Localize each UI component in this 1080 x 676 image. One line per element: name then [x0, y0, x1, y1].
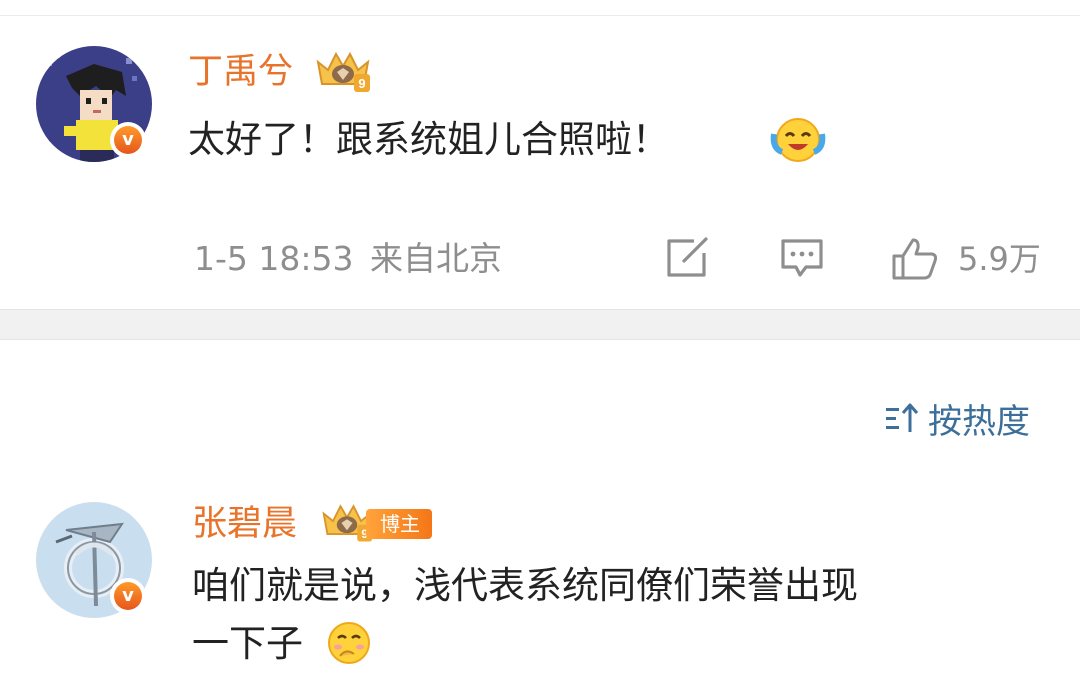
sort-by-hot-button[interactable]: 按热度 — [884, 394, 1030, 442]
comment-icon — [781, 239, 823, 277]
top-divider — [0, 15, 1080, 16]
verified-badge: v — [110, 578, 146, 614]
crown-level-badge-icon: 9 — [316, 51, 370, 92]
username[interactable]: 丁禹兮 — [188, 52, 293, 92]
comment-text-line-1: 咱们就是说，浅代表系统同僚们荣誉出现 — [192, 564, 858, 607]
username[interactable]: 张碧晨 — [192, 504, 297, 544]
timestamp: 1-5 18:53 — [194, 239, 354, 278]
laughing-tears-emoji-icon — [770, 118, 826, 162]
share-icon — [667, 237, 708, 277]
like-count: 5.9万 — [958, 240, 1041, 278]
comment-text: 太好了！跟系统姐儿合照啦！ — [188, 118, 669, 161]
verified-badge: v — [110, 122, 146, 158]
comment-text-line-2: 一下子 — [192, 622, 303, 665]
shy-smile-emoji-icon — [328, 622, 370, 664]
sort-icon — [886, 403, 919, 432]
blogger-badge: 博主 — [366, 509, 432, 539]
svg-text:9: 9 — [358, 76, 365, 91]
like-button[interactable] — [890, 236, 940, 282]
thumbs-up-icon — [892, 238, 938, 280]
location: 来自北京 — [370, 239, 502, 278]
section-divider — [0, 309, 1080, 340]
share-button[interactable] — [664, 236, 710, 282]
sort-label: 按热度 — [928, 401, 1030, 442]
comment-button[interactable] — [779, 236, 825, 282]
